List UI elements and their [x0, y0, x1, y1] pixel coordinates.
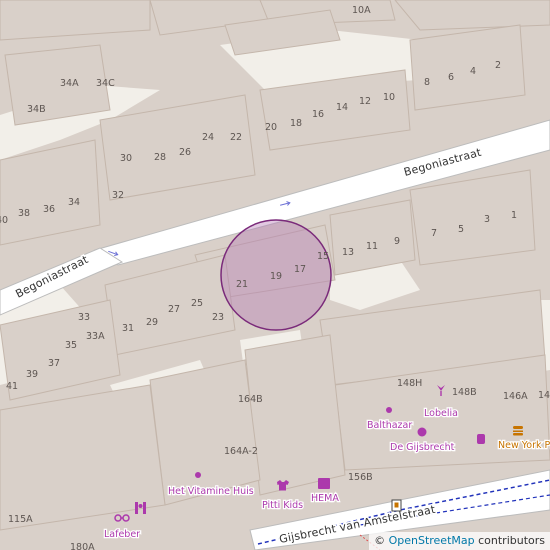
- house-number: 41: [6, 381, 18, 392]
- house-number: 15: [317, 251, 329, 262]
- map-attribution: © OpenStreetMap contributors: [369, 532, 550, 550]
- cosmetics-icon: [477, 434, 485, 444]
- house-number: 10: [383, 92, 395, 103]
- house-number: 37: [48, 358, 60, 369]
- attribution-suffix: contributors: [474, 534, 545, 547]
- house-number: 23: [212, 312, 224, 323]
- house-number: 34C: [96, 78, 115, 89]
- house-number: 33A: [86, 331, 105, 342]
- house-number: 34: [68, 197, 80, 208]
- house-number: 19: [270, 271, 282, 282]
- house-number: 6: [448, 72, 454, 83]
- house-number: 5: [458, 224, 464, 235]
- house-number: 28: [154, 152, 166, 163]
- house-number: 8: [424, 77, 430, 88]
- house-number: 164B: [238, 394, 263, 405]
- house-number: 39: [26, 369, 38, 380]
- apple-icon: [417, 427, 427, 437]
- house-number: 11: [366, 241, 378, 252]
- house-number: 164A-2: [224, 446, 258, 457]
- house-number: 12: [359, 96, 371, 107]
- house-number: 16: [312, 109, 324, 120]
- poi-label: Lafeber: [104, 529, 140, 540]
- house-number: 38: [18, 208, 30, 219]
- house-number: 148H: [397, 378, 422, 389]
- house-number: 36: [43, 204, 55, 215]
- house-number: 115A: [8, 514, 33, 525]
- house-number: 1: [511, 210, 517, 221]
- house-number: 146A: [503, 391, 528, 402]
- house-number: 7: [431, 228, 437, 239]
- house-number: 14: [336, 102, 348, 113]
- house-number: 180A: [70, 542, 95, 550]
- house-number: 20: [265, 122, 277, 133]
- house-number: 24: [202, 132, 214, 143]
- house-number: 21: [236, 279, 248, 290]
- poi-label: De Gijsbrecht: [390, 442, 455, 453]
- house-number: 148B: [452, 387, 477, 398]
- house-number: 34A: [60, 78, 79, 89]
- house-number: 30: [120, 153, 132, 164]
- cosmetics-poi[interactable]: [477, 434, 485, 444]
- house-number: 2: [495, 60, 501, 71]
- openstreetmap-link[interactable]: OpenStreetMap: [389, 534, 475, 547]
- burger-icon: [513, 426, 523, 436]
- map-canvas[interactable]: Begoniastraat Begoniastraat Gijsbrecht v…: [0, 0, 550, 550]
- poi-label: Balthazar: [367, 420, 412, 431]
- poi-label: HEMA: [311, 493, 339, 504]
- house-number: 22: [230, 132, 242, 143]
- poi-label: Lobelia: [424, 408, 458, 419]
- house-number: 26: [179, 147, 191, 158]
- attribution-prefix: ©: [374, 534, 389, 547]
- house-number: 31: [122, 323, 134, 334]
- house-number: 146: [538, 390, 550, 401]
- tram-stop-poi[interactable]: [391, 499, 402, 512]
- house-number: 25: [191, 298, 203, 309]
- dot-icon: [386, 407, 392, 413]
- shopping-bag-icon: [318, 478, 330, 489]
- house-number: 40: [0, 215, 8, 226]
- house-number: 29: [146, 317, 158, 328]
- house-number: 27: [168, 304, 180, 315]
- house-number: 18: [290, 118, 302, 129]
- house-number: 10A: [352, 5, 371, 16]
- house-number: 9: [394, 236, 400, 247]
- poi-label: New York Pizza: [498, 440, 550, 451]
- house-number: 17: [294, 264, 306, 275]
- house-number: 3: [484, 214, 490, 225]
- house-number: 4: [470, 66, 476, 77]
- house-number: 32: [112, 190, 124, 201]
- poi-label: Pitti Kids: [262, 500, 303, 511]
- house-number: 33: [78, 312, 90, 323]
- poi-label: Het Vitamine Huis: [168, 486, 254, 497]
- dot-icon: [195, 472, 201, 478]
- house-number: 13: [342, 247, 354, 258]
- house-number: 34B: [27, 104, 46, 115]
- house-number: 156B: [348, 472, 373, 483]
- house-number: 35: [65, 340, 77, 351]
